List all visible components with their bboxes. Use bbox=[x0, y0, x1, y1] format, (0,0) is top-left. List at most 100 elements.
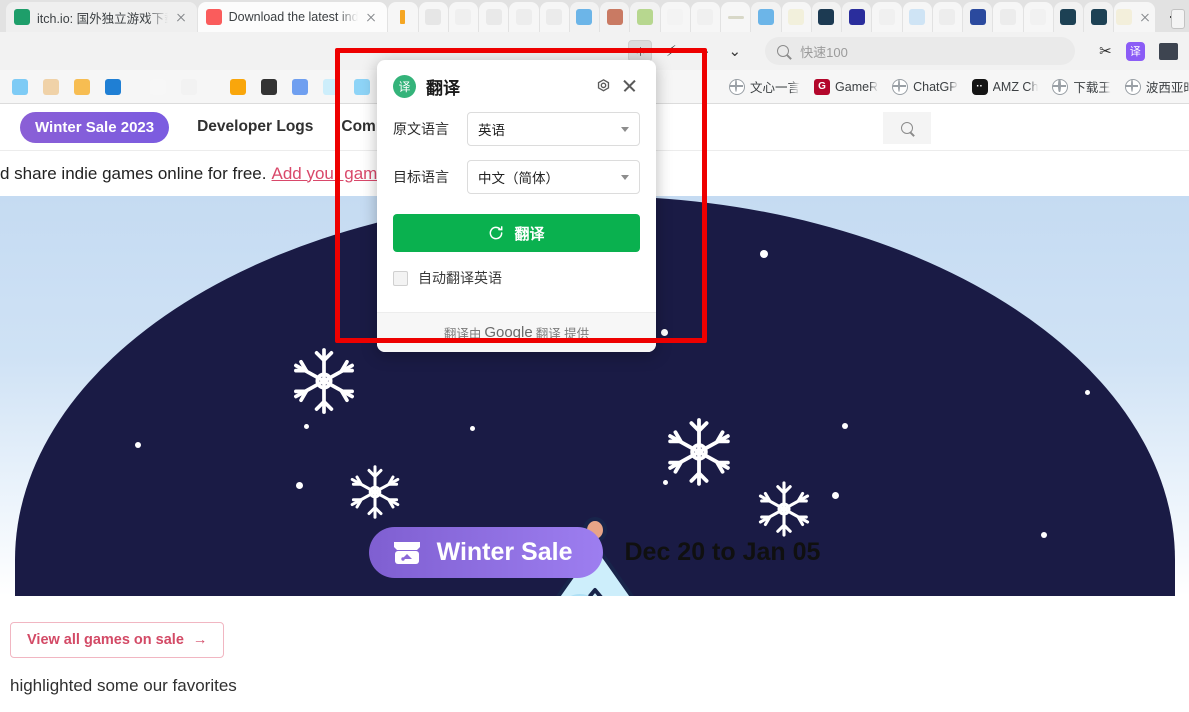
browser-tab[interactable]: itch.io: 国外独立游戏下载分享 bbox=[6, 2, 197, 32]
snow-dot bbox=[841, 423, 848, 429]
browser-tab[interactable] bbox=[388, 2, 418, 32]
source-language-label: 原文语言 bbox=[393, 121, 449, 137]
tab-favicon bbox=[999, 9, 1016, 25]
browser-tab[interactable] bbox=[751, 2, 781, 32]
browser-tab[interactable] bbox=[660, 2, 690, 32]
browser-tab[interactable] bbox=[448, 2, 479, 32]
close-button[interactable] bbox=[616, 73, 642, 99]
chevron-down-icon bbox=[621, 127, 629, 132]
view-all-games-button[interactable]: View all games on sale → bbox=[10, 622, 225, 658]
bookmark-favicon[interactable] bbox=[181, 78, 197, 95]
search-input[interactable]: 快速100 bbox=[765, 37, 1076, 65]
tab-favicon bbox=[667, 9, 684, 25]
tab-favicon bbox=[697, 9, 714, 25]
bookmark-item[interactable]: G GameR bbox=[808, 75, 884, 99]
browser-tab[interactable] bbox=[1084, 2, 1114, 32]
bookmark-favicon[interactable] bbox=[230, 78, 246, 95]
bookmark-item[interactable]: 文心一言 bbox=[723, 75, 806, 99]
tab-close-icon[interactable] bbox=[363, 9, 379, 25]
footer-prefix: 翻译由 bbox=[443, 327, 482, 341]
translate-extension-icon[interactable]: 译 bbox=[1125, 41, 1145, 61]
browser-tab[interactable] bbox=[479, 2, 509, 32]
bookmarks-labeled-group: 文心一言 G GameR ChatGP ·· AMZ Ch 下载王 波西亚 bbox=[723, 75, 1189, 99]
browser-tab[interactable] bbox=[1114, 2, 1155, 32]
scissors-icon[interactable]: ✂ bbox=[1099, 42, 1112, 60]
browser-tab[interactable] bbox=[781, 2, 811, 32]
translate-button[interactable]: 翻译 bbox=[393, 214, 640, 252]
bookmark-favicon[interactable] bbox=[292, 78, 308, 95]
view-all-label: View all games on sale bbox=[27, 632, 184, 648]
nav-link-developer-logs[interactable]: Developer Logs bbox=[197, 118, 313, 136]
browser-tab[interactable] bbox=[872, 2, 902, 32]
winter-sale-button[interactable]: Winter Sale bbox=[368, 527, 603, 578]
browser-tab[interactable] bbox=[569, 2, 600, 32]
browser-tab[interactable] bbox=[539, 2, 569, 32]
browser-tab[interactable] bbox=[932, 2, 963, 32]
browser-tab[interactable] bbox=[963, 2, 993, 32]
tab-favicon bbox=[636, 9, 653, 25]
auto-translate-label: 自动翻译英语 bbox=[418, 270, 502, 286]
browser-tab[interactable] bbox=[418, 2, 448, 32]
google-brand-label: Google bbox=[484, 324, 533, 341]
browser-tab[interactable] bbox=[1023, 2, 1053, 32]
tab-favicon bbox=[727, 15, 744, 19]
browser-tab[interactable] bbox=[902, 2, 932, 32]
target-language-select[interactable]: 中文（简体） bbox=[467, 160, 640, 194]
bookmark-favicon[interactable] bbox=[43, 78, 59, 95]
bookmark-label: AMZ Ch bbox=[992, 79, 1039, 94]
tab-favicon bbox=[1030, 9, 1047, 25]
browser-tab[interactable] bbox=[1053, 2, 1084, 32]
tab-close-icon[interactable] bbox=[1137, 9, 1153, 25]
snow-dot bbox=[831, 492, 839, 499]
bookmark-favicon[interactable] bbox=[150, 78, 166, 95]
bookmark-favicon[interactable] bbox=[261, 78, 277, 95]
browser-tab[interactable] bbox=[509, 2, 539, 32]
bookmark-favicon[interactable] bbox=[323, 78, 339, 95]
browser-tab[interactable] bbox=[600, 2, 630, 32]
bookmark-item[interactable]: 波西亚时 bbox=[1119, 75, 1189, 99]
globe-icon bbox=[729, 78, 745, 95]
browser-tab[interactable] bbox=[842, 2, 872, 32]
site-search-button[interactable] bbox=[883, 112, 931, 144]
tab-list-button[interactable] bbox=[1171, 9, 1185, 29]
winter-sale-nav-pill[interactable]: Winter Sale 2023 bbox=[20, 111, 170, 143]
bookmark-item[interactable]: ChatGP bbox=[886, 75, 963, 99]
target-language-row: 目标语言 中文（简体） bbox=[377, 160, 656, 194]
bookmark-item[interactable]: 下载王 bbox=[1046, 75, 1117, 99]
bookmark-favicon[interactable] bbox=[105, 78, 121, 95]
winter-sale-label: Winter Sale bbox=[436, 538, 573, 566]
translate-logo-icon: 译 bbox=[393, 74, 416, 98]
bookmark-item[interactable]: ·· AMZ Ch bbox=[966, 75, 1045, 99]
tab-favicon bbox=[576, 9, 593, 25]
browser-tab[interactable] bbox=[993, 2, 1023, 32]
close-icon bbox=[622, 79, 637, 94]
source-language-select[interactable]: 英语 bbox=[467, 112, 640, 146]
browser-tab[interactable] bbox=[630, 2, 660, 32]
auto-translate-row[interactable]: 自动翻译英语 bbox=[377, 252, 656, 288]
bookmark-favicon[interactable] bbox=[74, 78, 90, 95]
tab-favicon bbox=[455, 9, 472, 25]
more-options-icon[interactable]: ··· bbox=[693, 43, 711, 60]
source-language-value: 英语 bbox=[478, 123, 505, 138]
add-your-game-link[interactable]: Add your game bbox=[272, 164, 387, 184]
tab-favicon bbox=[1060, 9, 1077, 25]
tab-favicon bbox=[878, 9, 895, 25]
tab-favicon bbox=[1115, 9, 1132, 25]
bookmark-favicon[interactable] bbox=[354, 78, 370, 95]
bookmark-favicon[interactable] bbox=[12, 78, 28, 95]
lightning-icon[interactable]: ⚡ bbox=[666, 42, 677, 60]
chevron-down-icon[interactable]: ⌄ bbox=[729, 42, 742, 60]
snow-dot bbox=[303, 424, 309, 429]
browser-tab-active[interactable]: Download the latest indie g bbox=[197, 2, 388, 32]
snowflake-icon bbox=[350, 465, 399, 519]
tab-close-icon[interactable] bbox=[173, 9, 189, 25]
browser-tab[interactable] bbox=[811, 2, 842, 32]
tab-favicon bbox=[1090, 9, 1107, 25]
auto-translate-checkbox[interactable] bbox=[393, 270, 408, 286]
browser-tab[interactable] bbox=[690, 2, 721, 32]
settings-button[interactable] bbox=[590, 73, 616, 99]
browser-tab[interactable] bbox=[721, 2, 751, 32]
page-translate-icon[interactable]: 中 bbox=[628, 40, 652, 62]
book-icon[interactable] bbox=[1158, 42, 1178, 60]
winter-sale-cta: Winter Sale Dec 20 to Jan 05 bbox=[0, 527, 1189, 578]
